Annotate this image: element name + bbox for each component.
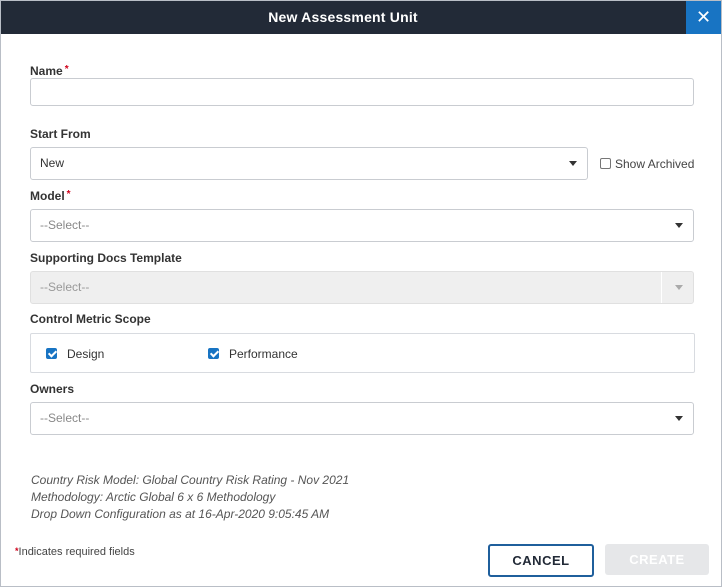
show-archived-checkbox[interactable]: Show Archived [600,156,694,171]
country-risk-model-info: Country Risk Model: Global Country Risk … [31,473,350,487]
start-from-value: New [40,156,65,170]
configuration-info: Country Risk Model: Global Country Risk … [31,472,349,523]
model-select[interactable]: --Select-- [30,209,694,242]
close-icon: ✕ [695,7,712,27]
performance-checkbox[interactable]: Performance [208,346,298,361]
chevron-down-icon [675,223,683,228]
chevron-down-icon [569,161,577,166]
dropdown-configuration-info: Drop Down Configuration as at 16-Apr-202… [31,507,330,521]
owners-select[interactable]: --Select-- [30,402,694,435]
model-label-text: Model [30,189,65,203]
start-from-select[interactable]: New [30,147,588,180]
new-assessment-unit-dialog: New Assessment Unit ✕ Name * Start From N… [0,0,722,587]
name-input[interactable] [30,78,694,106]
supporting-docs-template-label: Supporting Docs Template [30,251,182,265]
dialog-title: New Assessment Unit [268,9,418,25]
methodology-info: Methodology: Arctic Global 6 x 6 Methodo… [31,490,276,504]
checkbox-icon[interactable] [600,158,611,170]
owners-label: Owners [30,382,75,396]
start-from-label: Start From [30,127,91,141]
chevron-down-icon [675,416,683,421]
show-archived-label: Show Archived [615,156,695,171]
name-label: Name * [30,64,69,78]
dialog-titlebar: New Assessment Unit ✕ [1,1,721,34]
name-label-text: Name [30,64,63,78]
select-divider [661,272,662,303]
design-checkbox[interactable]: Design [46,346,104,361]
checkbox-checked-icon[interactable] [46,348,57,360]
owners-value: --Select-- [40,411,90,425]
required-fields-note: *Indicates required fields [15,546,135,558]
supporting-docs-template-select: --Select-- [30,271,694,304]
create-button[interactable]: CREATE [605,544,709,575]
required-indicator: * [64,64,69,75]
required-fields-text: Indicates required fields [18,546,135,558]
required-indicator: * [66,189,71,200]
supporting-docs-template-value: --Select-- [40,280,90,294]
performance-label: Performance [229,346,298,361]
cancel-button[interactable]: CANCEL [488,544,594,577]
model-value: --Select-- [40,218,90,232]
chevron-down-icon [675,285,683,290]
control-metric-scope-group: Design Performance [30,333,695,373]
model-label: Model * [30,189,71,203]
design-label: Design [67,346,105,361]
control-metric-scope-label: Control Metric Scope [30,312,151,326]
checkbox-checked-icon[interactable] [208,348,219,360]
close-button[interactable]: ✕ [686,1,721,34]
